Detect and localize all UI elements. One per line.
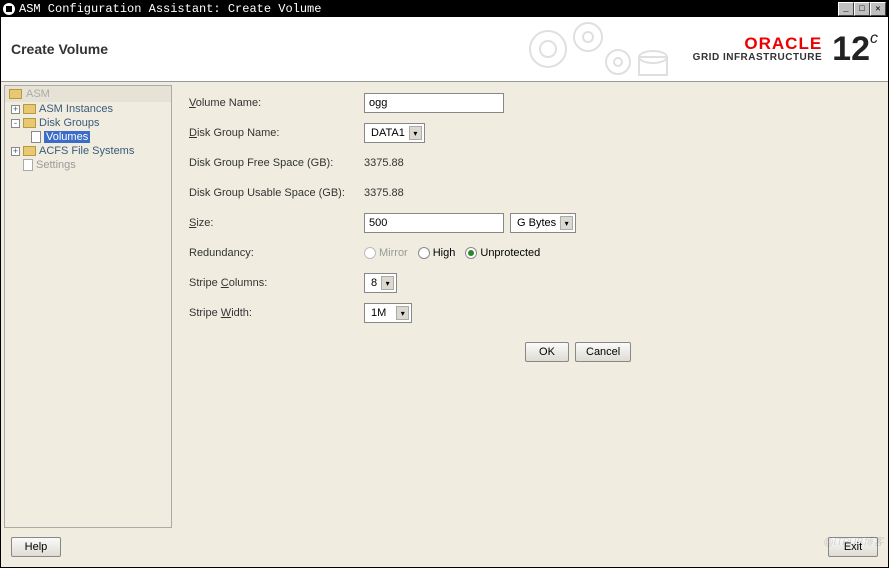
size-unit-select[interactable]: G Bytes ▾ xyxy=(510,213,576,233)
file-icon xyxy=(31,131,41,143)
expand-icon[interactable]: + xyxy=(11,147,20,156)
page-icon xyxy=(23,159,33,171)
footer: Help Exit xyxy=(1,531,888,567)
chevron-down-icon: ▾ xyxy=(409,126,422,140)
radio-icon xyxy=(364,247,376,259)
usable-space-value: 3375.88 xyxy=(364,187,404,199)
folder-icon xyxy=(23,146,36,156)
radio-high[interactable]: High xyxy=(418,247,456,259)
sidebar: ASM + ASM Instances - Disk Groups Volume… xyxy=(4,85,172,528)
disk-group-label: Disk Group Name: xyxy=(189,127,364,139)
page-title: Create Volume xyxy=(11,41,108,57)
radio-icon xyxy=(418,247,430,259)
volume-name-input[interactable] xyxy=(364,93,504,113)
gears-decoration xyxy=(518,17,678,82)
radio-unprotected[interactable]: Unprotected xyxy=(465,247,540,259)
titlebar: ASM Configuration Assistant: Create Volu… xyxy=(1,1,888,17)
expand-icon[interactable]: + xyxy=(11,105,20,114)
folder-icon xyxy=(23,104,36,114)
sidebar-item-acfs[interactable]: + ACFS File Systems xyxy=(9,144,171,158)
brand-logo: ORACLE GRID INFRASTRUCTURE xyxy=(693,35,827,63)
disk-group-select[interactable]: DATA1 ▾ xyxy=(364,123,425,143)
usable-space-label: Disk Group Usable Space (GB): xyxy=(189,187,364,199)
folder-icon xyxy=(9,89,22,99)
app-icon xyxy=(3,3,15,15)
collapse-icon[interactable]: - xyxy=(11,119,20,128)
ok-button[interactable]: OK xyxy=(525,342,569,362)
stripe-columns-label: Stripe Columns: xyxy=(189,277,364,289)
size-label: Size: xyxy=(189,217,364,229)
version-badge: 12c xyxy=(832,30,878,69)
close-button[interactable]: ✕ xyxy=(870,2,886,16)
chevron-down-icon: ▾ xyxy=(381,276,394,290)
brand-subtitle: GRID INFRASTRUCTURE xyxy=(693,52,823,63)
radio-mirror: Mirror xyxy=(364,247,408,259)
volume-name-label: Volume Name: xyxy=(189,97,364,109)
cancel-button[interactable]: Cancel xyxy=(575,342,631,362)
help-button[interactable]: Help xyxy=(11,537,61,557)
sidebar-item-volumes[interactable]: Volumes xyxy=(9,130,171,144)
chevron-down-icon: ▾ xyxy=(560,216,573,230)
window-title: ASM Configuration Assistant: Create Volu… xyxy=(19,2,321,16)
redundancy-label: Redundancy: xyxy=(189,247,364,259)
stripe-columns-select[interactable]: 8 ▾ xyxy=(364,273,397,293)
radio-icon xyxy=(465,247,477,259)
folder-icon xyxy=(23,118,36,128)
form-panel: Volume Name: Disk Group Name: DATA1 ▾ Di… xyxy=(175,82,888,531)
maximize-button[interactable]: □ xyxy=(854,2,870,16)
sidebar-item-disk-groups[interactable]: - Disk Groups xyxy=(9,116,171,130)
stripe-width-select[interactable]: 1M ▾ xyxy=(364,303,412,323)
oracle-text: ORACLE xyxy=(693,35,823,52)
stripe-width-label: Stripe Width: xyxy=(189,307,364,319)
size-input[interactable] xyxy=(364,213,504,233)
free-space-value: 3375.88 xyxy=(364,157,404,169)
watermark: @ITPUB博客 xyxy=(823,533,883,548)
tree-root[interactable]: ASM xyxy=(5,86,171,102)
chevron-down-icon: ▾ xyxy=(396,306,409,320)
header: Create Volume ORACLE GRID INFRASTRUCTURE… xyxy=(1,17,888,82)
redundancy-radio-group: Mirror High Unprotected xyxy=(364,247,540,259)
sidebar-item-settings: Settings xyxy=(9,158,171,172)
free-space-label: Disk Group Free Space (GB): xyxy=(189,157,364,169)
minimize-button[interactable]: _ xyxy=(838,2,854,16)
sidebar-item-asm-instances[interactable]: + ASM Instances xyxy=(9,102,171,116)
